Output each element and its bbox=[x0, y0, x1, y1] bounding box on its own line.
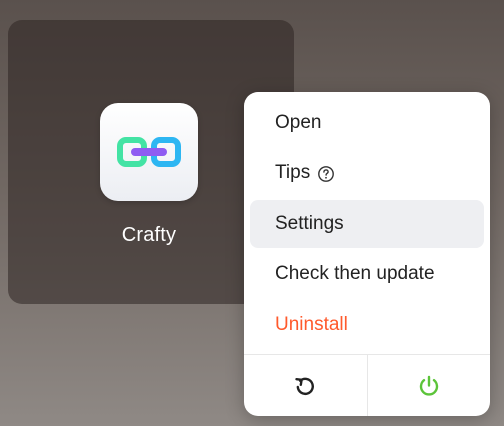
context-menu: Open Tips Settings Check then update Uni… bbox=[244, 92, 490, 416]
menu-item-uninstall-label: Uninstall bbox=[275, 314, 348, 335]
menu-item-open[interactable]: Open bbox=[250, 99, 484, 147]
menu-item-settings[interactable]: Settings bbox=[250, 200, 484, 248]
restart-icon bbox=[295, 377, 315, 396]
crafty-app-icon[interactable] bbox=[100, 103, 198, 201]
power-icon bbox=[419, 375, 438, 396]
menu-item-open-label: Open bbox=[275, 112, 322, 133]
menu-footer bbox=[244, 354, 490, 416]
power-button[interactable] bbox=[366, 355, 491, 416]
menu-item-tips-label: Tips bbox=[275, 162, 311, 183]
help-icon[interactable] bbox=[317, 165, 335, 183]
restart-button[interactable] bbox=[244, 355, 367, 416]
menu-item-tips[interactable]: Tips bbox=[250, 149, 484, 197]
chain-link-icon bbox=[117, 137, 181, 167]
menu-item-settings-label: Settings bbox=[275, 213, 344, 234]
menu-item-check-update[interactable]: Check then update bbox=[250, 250, 484, 298]
menu-item-check-update-label: Check then update bbox=[275, 263, 435, 284]
menu-item-uninstall[interactable]: Uninstall bbox=[250, 301, 484, 349]
app-name-label: Crafty bbox=[121, 224, 177, 246]
